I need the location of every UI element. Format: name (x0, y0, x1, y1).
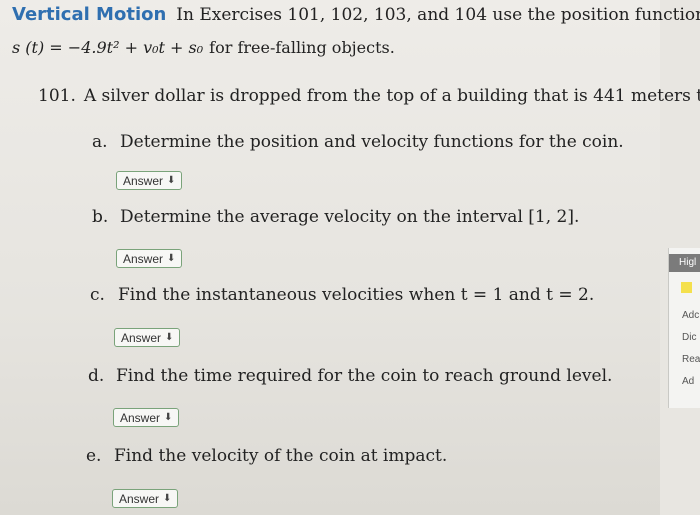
arrow-down-icon: ⬇ (167, 253, 176, 264)
exercise-header: Vertical Motion In Exercises 101, 102, 10… (12, 4, 700, 25)
part-letter: d. (88, 366, 105, 386)
answer-button-e[interactable]: Answer ⬇ (112, 489, 179, 508)
answer-label: Answer (121, 330, 162, 345)
part-letter: e. (86, 446, 102, 466)
problem-statement: 101. A silver dollar is dropped from the … (38, 86, 700, 106)
position-formula: s (t) = −4.9t² + v₀t + s₀ (12, 38, 204, 57)
answer-label: Answer (123, 251, 164, 266)
section-title: Vertical Motion (12, 4, 167, 25)
answer-label: Answer (120, 410, 161, 425)
formula-line: s (t) = −4.9t² + v₀t + s₀ for free-fallin… (12, 38, 395, 57)
arrow-down-icon: ⬇ (163, 493, 172, 504)
part-text: Determine the average velocity on the in… (120, 207, 580, 227)
part-d: d. Find the time required for the coin to… (88, 366, 612, 386)
side-menu-item-read[interactable]: Rea (682, 354, 700, 365)
answer-button-a[interactable]: Answer ⬇ (116, 171, 183, 190)
arrow-down-icon: ⬇ (164, 412, 173, 423)
part-e: e. Find the velocity of the coin at impac… (86, 446, 447, 466)
side-menu: Higl Adc Dic Rea Ad (668, 248, 700, 408)
part-letter: c. (90, 285, 105, 305)
side-menu-item-dictionary[interactable]: Dic (682, 332, 700, 343)
part-b: b. Determine the average velocity on the … (92, 207, 579, 227)
part-text: Determine the position and velocity func… (120, 132, 624, 152)
part-a: a. Determine the position and velocity fu… (92, 132, 624, 152)
answer-label: Answer (119, 491, 160, 506)
side-menu-item-add[interactable]: Adc (682, 310, 700, 321)
arrow-down-icon: ⬇ (165, 332, 174, 343)
problem-number: 101. (38, 86, 76, 106)
side-menu-item-ad[interactable]: Ad (682, 376, 700, 387)
textbook-page: Vertical Motion In Exercises 101, 102, 10… (0, 0, 700, 515)
header-intro: In Exercises 101, 102, 103, and 104 use … (176, 5, 700, 25)
problem-text: A silver dollar is dropped from the top … (83, 86, 700, 106)
formula-tail: for free-falling objects. (209, 38, 395, 57)
part-text: Find the time required for the coin to r… (116, 366, 613, 386)
highlight-tab[interactable]: Higl (669, 254, 700, 272)
part-letter: b. (92, 207, 109, 227)
answer-button-b[interactable]: Answer ⬇ (116, 249, 183, 268)
part-text: Find the instantaneous velocities when t… (118, 285, 595, 305)
answer-button-d[interactable]: Answer ⬇ (113, 408, 180, 427)
answer-label: Answer (123, 173, 164, 188)
part-letter: a. (92, 132, 108, 152)
arrow-down-icon: ⬇ (167, 175, 176, 186)
answer-button-c[interactable]: Answer ⬇ (114, 328, 181, 347)
part-c: c. Find the instantaneous velocities when… (90, 285, 594, 305)
highlight-color-swatch[interactable] (681, 282, 692, 293)
part-text: Find the velocity of the coin at impact. (114, 446, 448, 466)
